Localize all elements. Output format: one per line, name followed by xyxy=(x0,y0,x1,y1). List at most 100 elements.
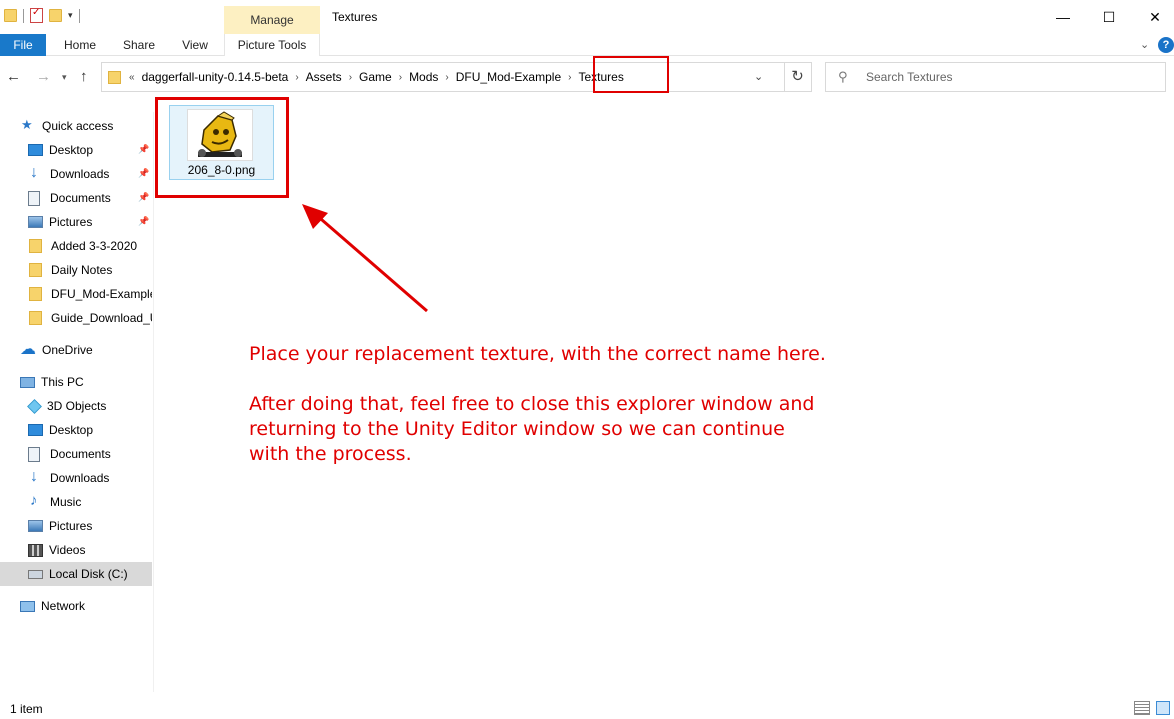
sidebar-item-desktop[interactable]: Desktop 📌 xyxy=(0,138,152,162)
pictures-icon xyxy=(28,520,43,532)
desktop-icon xyxy=(28,424,43,436)
address-bar[interactable]: « daggerfall-unity-0.14.5-beta › Assets … xyxy=(101,62,785,92)
close-button[interactable]: ✕ xyxy=(1132,6,1174,28)
manage-context-tab[interactable]: Manage xyxy=(224,6,320,34)
sidebar-item-label: This PC xyxy=(41,375,84,389)
folder-icon xyxy=(29,263,42,277)
title-bar: ▾ Manage Textures — ☐ ✕ xyxy=(0,0,1174,34)
quick-access-toolbar: ▾ xyxy=(4,7,80,23)
3d-objects-icon xyxy=(27,398,42,414)
search-box[interactable]: ⚲ xyxy=(825,62,1166,92)
sidebar-item-documents[interactable]: Documents 📌 xyxy=(0,186,152,210)
back-arrow-icon[interactable]: ← xyxy=(6,68,21,85)
navigation-pane: Quick access Desktop 📌 Downloads 📌 Docum… xyxy=(0,112,154,692)
sidebar-item-pictures[interactable]: Pictures 📌 xyxy=(0,210,152,234)
sidebar-item-label: Documents xyxy=(50,447,111,461)
chevron-right-icon[interactable]: › xyxy=(346,72,355,83)
up-arrow-icon[interactable]: ↑ xyxy=(80,68,88,85)
sidebar-item-daily-notes[interactable]: Daily Notes xyxy=(0,258,152,282)
sidebar-item-label: Desktop xyxy=(49,143,94,157)
pin-icon: 📌 xyxy=(138,168,150,178)
sidebar-item-label: Local Disk (C:) xyxy=(49,567,128,581)
refresh-button[interactable]: ↻ xyxy=(784,62,812,92)
sidebar-item-dfu-mod-example[interactable]: DFU_Mod-Example xyxy=(0,282,152,306)
sidebar-item-label: Downloads xyxy=(50,471,110,485)
music-icon xyxy=(28,492,44,510)
breadcrumb-item[interactable]: DFU_Mod-Example xyxy=(452,70,565,84)
sidebar-item-pc-downloads[interactable]: Downloads xyxy=(0,466,152,490)
annotation-line: with the process. xyxy=(249,443,412,465)
sidebar-item-downloads[interactable]: Downloads 📌 xyxy=(0,162,152,186)
forward-arrow-icon[interactable]: → xyxy=(36,68,51,85)
chevron-right-icon[interactable]: › xyxy=(292,72,301,83)
sidebar-item-label: Videos xyxy=(49,543,86,557)
pin-icon: 📌 xyxy=(138,192,150,202)
sidebar-item-local-disk[interactable]: Local Disk (C:) xyxy=(0,562,152,586)
large-icons-view-icon[interactable] xyxy=(1156,701,1170,715)
sidebar-item-label: Daily Notes xyxy=(51,263,113,277)
breadcrumb-item[interactable]: Assets xyxy=(302,70,346,84)
recent-locations-icon[interactable]: ▾ xyxy=(62,72,67,83)
address-dropdown-icon[interactable]: ⌄ xyxy=(754,70,763,83)
search-input[interactable] xyxy=(866,68,1156,86)
tab-picture-tools[interactable]: Picture Tools xyxy=(224,34,320,56)
annotation-line: After doing that, feel free to close thi… xyxy=(249,393,815,415)
sidebar-item-label: Desktop xyxy=(49,423,94,437)
sidebar-item-music[interactable]: Music xyxy=(0,490,152,514)
help-icon[interactable]: ? xyxy=(1158,37,1174,53)
item-count: 1 item xyxy=(10,702,43,716)
computer-icon xyxy=(20,376,35,388)
annotation-line: returning to the Unity Editor window so … xyxy=(249,418,785,440)
sidebar-item-pc-documents[interactable]: Documents xyxy=(0,442,152,466)
sidebar-item-pc-desktop[interactable]: Desktop xyxy=(0,418,152,442)
folder-icon xyxy=(29,287,42,301)
sidebar-item-label: Quick access xyxy=(42,119,114,133)
downloads-icon xyxy=(28,468,44,486)
sidebar-item-label: Music xyxy=(50,495,82,509)
breadcrumb-item[interactable]: daggerfall-unity-0.14.5-beta xyxy=(138,70,293,84)
tab-file[interactable]: File xyxy=(0,34,46,56)
sidebar-item-label: Guide_Download_U xyxy=(51,311,152,325)
sidebar-item-label: Network xyxy=(41,599,86,613)
highlight-box-textures xyxy=(593,56,669,93)
sidebar-item-this-pc[interactable]: This PC xyxy=(0,370,152,394)
breadcrumb-item[interactable]: Mods xyxy=(405,70,442,84)
pin-icon: 📌 xyxy=(138,216,150,226)
sidebar-item-label: Downloads xyxy=(50,167,110,181)
network-icon xyxy=(20,600,35,612)
chevron-right-icon[interactable]: › xyxy=(565,72,574,83)
tab-home[interactable]: Home xyxy=(54,34,106,56)
highlight-box-file xyxy=(155,97,289,198)
sidebar-item-added-3-3-2020[interactable]: Added 3-3-2020 xyxy=(0,234,152,258)
tab-share[interactable]: Share xyxy=(114,34,164,56)
minimize-button[interactable]: — xyxy=(1040,6,1086,28)
sidebar-item-guide-download[interactable]: Guide_Download_U xyxy=(0,306,152,330)
chevron-right-icon[interactable]: › xyxy=(442,72,451,83)
details-view-icon[interactable] xyxy=(1134,701,1150,715)
sidebar-item-3d-objects[interactable]: 3D Objects xyxy=(0,394,152,418)
new-folder-icon[interactable] xyxy=(49,9,62,22)
chevron-right-icon[interactable]: › xyxy=(396,72,405,83)
sidebar-item-onedrive[interactable]: OneDrive xyxy=(0,338,152,362)
annotation-arrow xyxy=(302,204,428,313)
sidebar-item-label: Added 3-3-2020 xyxy=(51,239,138,253)
folder-icon[interactable] xyxy=(4,9,17,22)
toolbar-separator xyxy=(23,8,24,23)
breadcrumb-item[interactable]: Game xyxy=(355,70,396,84)
window-title: Textures xyxy=(332,10,378,24)
ribbon-tabs: File Home Share View Picture Tools ⌄ ? xyxy=(0,34,1174,56)
sidebar-item-pc-pictures[interactable]: Pictures xyxy=(0,514,152,538)
maximize-button[interactable]: ☐ xyxy=(1086,6,1132,28)
sidebar-item-label: 3D Objects xyxy=(47,399,107,413)
cloud-icon xyxy=(20,339,36,359)
tab-view[interactable]: View xyxy=(172,34,218,56)
breadcrumb-overflow[interactable]: « xyxy=(126,72,138,83)
star-icon xyxy=(20,117,36,134)
customize-toolbar-icon[interactable]: ▾ xyxy=(68,10,73,21)
properties-icon[interactable] xyxy=(30,7,43,23)
sidebar-item-network[interactable]: Network xyxy=(0,594,152,618)
sidebar-item-videos[interactable]: Videos xyxy=(0,538,152,562)
expand-ribbon-icon[interactable]: ⌄ xyxy=(1140,38,1149,51)
sidebar-item-quick-access[interactable]: Quick access xyxy=(0,114,152,138)
toolbar-separator xyxy=(78,8,80,23)
